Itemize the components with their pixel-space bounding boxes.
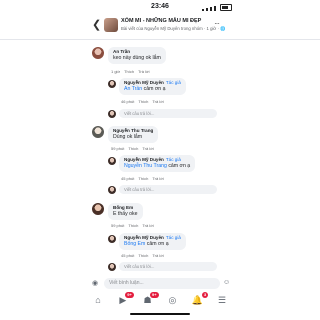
like-link[interactable]: Thích: [138, 99, 148, 104]
reply-time: 45 phút: [121, 253, 135, 258]
comment-meta: 59 phút Thích Trả lời: [111, 223, 158, 228]
reply-input[interactable]: Viết câu trả lời...: [119, 109, 217, 118]
author-badge: Tác giả: [165, 80, 181, 85]
profile-icon: ◎: [168, 294, 177, 305]
author-badge: Tác giả: [165, 157, 181, 162]
reply-time: 46 phút: [121, 99, 135, 104]
comment-text: E thấy oke: [113, 211, 138, 217]
groups-badge: 9+: [150, 291, 159, 298]
tab-profile[interactable]: ◎: [164, 295, 180, 306]
like-link[interactable]: Thích: [124, 69, 134, 74]
like-link[interactable]: Thích: [138, 253, 148, 258]
mention-link[interactable]: Nguyễn Thu Trang: [124, 163, 167, 169]
reply-link[interactable]: Trả lời: [142, 223, 153, 228]
reply-link[interactable]: Trả lời: [152, 253, 163, 258]
reply-bubble: Nguyễn Mỹ Duyên Tác giả Nguyễn Thu Trang …: [119, 155, 196, 172]
tab-bar: ⌂ ▶ 9+ ☗ 9+ ◎ 🔔 3 ☰: [90, 291, 230, 308]
status-icons: [202, 4, 232, 11]
comment-input[interactable]: Viết bình luận...: [104, 278, 220, 289]
tab-home[interactable]: ⌂: [90, 295, 106, 305]
reply-text: Bống Em cảm ơn ạ: [124, 241, 169, 247]
comment-time: 1 giờ: [111, 69, 121, 74]
avatar[interactable]: [108, 80, 116, 88]
tab-notifications[interactable]: 🔔 3: [189, 291, 209, 306]
author-badge: Tác giả: [165, 235, 181, 240]
camera-icon[interactable]: ◉: [92, 279, 98, 287]
mention-link[interactable]: An Trần: [124, 86, 142, 92]
reply-text: Nguyễn Thu Trang cảm ơn ạ: [124, 163, 191, 169]
comment-bubble: Bống Em E thấy oke: [108, 203, 143, 220]
comment-text: Dùng ok lắm: [113, 134, 143, 140]
reply-text: An Trần cảm ơn ạ: [124, 86, 166, 92]
comment-meta: 59 phút Thích Trả lời: [111, 146, 158, 151]
comment-bubble: Nguyễn Thu Trang Dùng ok lắm: [108, 126, 159, 143]
like-link[interactable]: Thích: [138, 176, 148, 181]
avatar[interactable]: [108, 157, 116, 165]
back-arrow-icon[interactable]: ❮: [92, 20, 101, 31]
video-badge: 9+: [125, 291, 134, 298]
reply-link[interactable]: Trả lời: [152, 99, 163, 104]
tab-groups[interactable]: ☗ 9+: [140, 291, 159, 306]
home-indicator: [130, 313, 190, 315]
battery-icon: [220, 4, 232, 11]
emoji-icon[interactable]: ☺: [223, 279, 230, 286]
comment-time: 59 phút: [111, 146, 125, 151]
avatar[interactable]: [108, 235, 116, 243]
reply-time: 45 phút: [121, 176, 135, 181]
tab-menu[interactable]: ☰: [214, 295, 230, 306]
more-options-icon[interactable]: ···: [214, 19, 220, 28]
bell-icon: 🔔: [191, 294, 203, 305]
avatar[interactable]: [92, 126, 104, 138]
avatar[interactable]: [92, 203, 104, 215]
comment-meta: 1 giờ Thích Trả lời: [111, 69, 153, 74]
tab-video[interactable]: ▶ 9+: [115, 291, 134, 306]
reply-meta: 45 phút Thích Trả lời: [121, 176, 168, 181]
comment-text: keo này dùng ok lắm: [113, 55, 161, 61]
reply-link[interactable]: Trả lời: [142, 146, 153, 151]
reply-input[interactable]: Viết câu trả lời...: [119, 262, 217, 271]
reply-input[interactable]: Viết câu trả lời...: [119, 185, 217, 194]
group-title[interactable]: XÓM MI - NHỮNG MẪU MI ĐẸP: [121, 18, 201, 24]
reply-link[interactable]: Trả lời: [138, 69, 149, 74]
comment-time: 59 phút: [111, 223, 125, 228]
menu-icon: ☰: [217, 294, 227, 305]
group-avatar[interactable]: [104, 18, 118, 32]
home-icon: ⌂: [95, 295, 101, 305]
avatar[interactable]: [92, 47, 104, 59]
avatar: [108, 263, 116, 271]
avatar: [108, 186, 116, 194]
notifications-badge: 3: [201, 291, 209, 298]
reply-bubble: Nguyễn Mỹ Duyên Tác giả Bống Em cảm ơn ạ: [119, 233, 186, 250]
reply-link[interactable]: Trả lời: [152, 176, 163, 181]
post-header: ❮ XÓM MI - NHỮNG MẪU MI ĐẸP Bài viết của…: [0, 15, 320, 40]
avatar: [108, 110, 116, 118]
like-link[interactable]: Thích: [128, 223, 138, 228]
reply-meta: 45 phút Thích Trả lời: [121, 253, 168, 258]
comment-composer: ◉ Viết bình luận... ☺: [92, 277, 232, 291]
reply-bubble: Nguyễn Mỹ Duyên Tác giả An Trần cảm ơn ạ: [119, 78, 186, 95]
mention-link[interactable]: Bống Em: [124, 241, 145, 247]
status-bar: 23:46: [0, 0, 320, 14]
like-link[interactable]: Thích: [128, 146, 138, 151]
post-subtitle: Bài viết của Nguyễn Mỹ Duyên trong nhóm …: [121, 26, 226, 31]
status-time: 23:46: [151, 3, 169, 10]
comment-bubble: An Trần keo này dùng ok lắm: [108, 47, 166, 64]
reply-meta: 46 phút Thích Trả lời: [121, 99, 168, 104]
